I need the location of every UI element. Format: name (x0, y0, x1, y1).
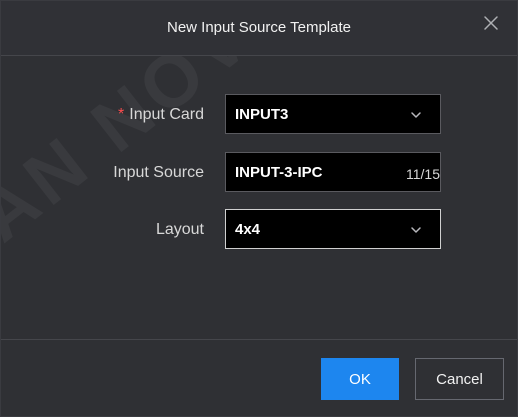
input-card-label: Input Card (129, 106, 204, 123)
input-card-value: INPUT3 (235, 106, 289, 123)
dialog-footer: OK Cancel (1, 339, 517, 416)
dialog-title: New Input Source Template (167, 19, 351, 36)
required-mark: * (118, 106, 125, 123)
chevron-down-icon (410, 224, 422, 236)
layout-value: 4x4 (235, 221, 261, 238)
close-icon[interactable] (481, 13, 501, 33)
ok-button[interactable]: OK (321, 358, 399, 400)
input-card-row: * Input Card INPUT3 (1, 94, 517, 134)
layout-select[interactable]: 4x4 (225, 209, 441, 249)
layout-label: Layout (155, 221, 204, 238)
dialog-header: New Input Source Template (1, 1, 517, 56)
input-source-row: Input Source INPUT-3-IPC 11/15 (1, 152, 517, 192)
input-card-label-group: * Input Card (118, 106, 204, 124)
layout-row: Layout 4x4 (1, 209, 517, 249)
cancel-button[interactable]: Cancel (415, 358, 504, 400)
input-source-label: Input Source (113, 164, 204, 181)
dialog-body: * Input Card INPUT3 Input Source INPUT-3-… (1, 56, 517, 338)
input-card-select[interactable]: INPUT3 (225, 94, 441, 134)
character-count: 11/15 (406, 166, 440, 182)
new-input-source-template-dialog: AN NOVAR New Input Source Template * Inpu… (0, 0, 518, 417)
input-source-value: INPUT-3-IPC (235, 164, 323, 181)
input-source-input[interactable]: INPUT-3-IPC 11/15 (225, 152, 441, 192)
chevron-down-icon (410, 109, 422, 121)
